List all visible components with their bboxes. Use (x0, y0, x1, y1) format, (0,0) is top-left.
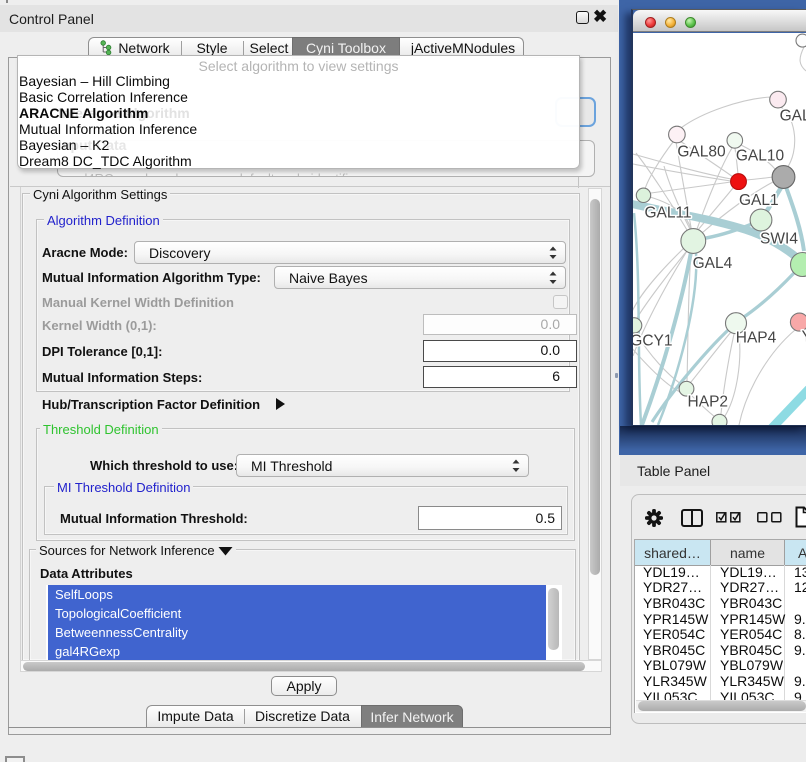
svg-text:GAL80: GAL80 (677, 144, 726, 161)
svg-text:SWI4: SWI4 (760, 231, 798, 248)
svg-text:GAL10: GAL10 (736, 148, 785, 165)
svg-text:GAL11: GAL11 (644, 205, 691, 222)
svg-text:HAP4: HAP4 (736, 330, 777, 347)
svg-text:HAP2: HAP2 (688, 394, 729, 411)
svg-text:GAL4: GAL4 (693, 255, 733, 272)
svg-text:GAL1: GAL1 (739, 192, 779, 209)
svg-text:GAL7: GAL7 (780, 107, 806, 124)
svg-text:Y: Y (802, 329, 806, 346)
svg-text:GCY1: GCY1 (633, 333, 673, 350)
